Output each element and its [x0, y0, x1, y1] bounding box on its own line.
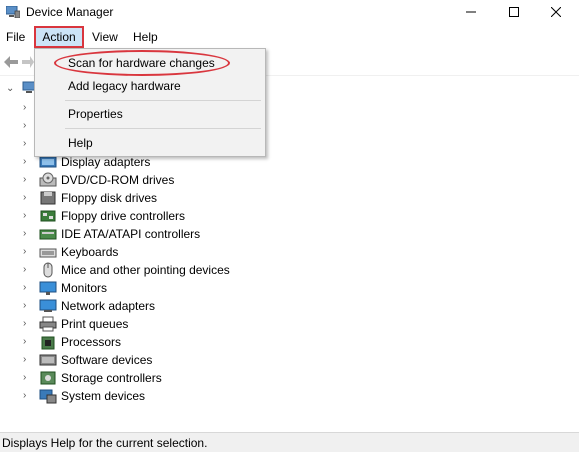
tree-category-row[interactable]: › Keyboards	[0, 243, 560, 261]
expand-chevron-icon[interactable]: ›	[23, 354, 33, 366]
menu-help-item[interactable]: Help	[68, 136, 93, 150]
close-button[interactable]	[536, 0, 576, 24]
close-icon	[551, 7, 561, 17]
maximize-icon	[509, 7, 519, 17]
software-device-icon	[39, 354, 57, 366]
tree-category-label: Mice and other pointing devices	[61, 263, 230, 277]
expand-chevron-icon[interactable]: ›	[23, 192, 33, 204]
tree-category-label: IDE ATA/ATAPI controllers	[61, 227, 201, 241]
printer-icon	[39, 316, 57, 332]
expand-chevron-icon[interactable]: ›	[23, 174, 33, 186]
expand-chevron-icon[interactable]: ›	[23, 156, 33, 168]
device-manager-icon	[6, 6, 20, 18]
menu-view[interactable]: View	[92, 30, 118, 46]
status-bar: Displays Help for the current selection.	[0, 432, 579, 452]
menu-help[interactable]: Help	[133, 30, 158, 46]
scan-highlight-ellipse	[54, 50, 230, 76]
tree-category-row[interactable]: › DVD/CD-ROM drives	[0, 171, 560, 189]
processor-icon	[41, 336, 55, 350]
tree-category-row[interactable]: › IDE ATA/ATAPI controllers	[0, 225, 560, 243]
tree-category-row[interactable]: › Mice and other pointing devices	[0, 261, 560, 279]
tree-category-label: Processors	[61, 335, 122, 349]
expand-chevron-icon[interactable]: ›	[23, 246, 33, 258]
keyboard-icon	[39, 248, 57, 258]
forward-arrow-icon[interactable]	[22, 56, 34, 68]
storage-controller-icon	[40, 371, 56, 385]
expand-chevron-icon[interactable]: ›	[23, 282, 33, 294]
tree-category-row[interactable]: › Floppy drive controllers	[0, 207, 560, 225]
tree-category-row[interactable]: › Monitors	[0, 279, 560, 297]
status-text: Displays Help for the current selection.	[2, 436, 208, 450]
mouse-icon	[43, 262, 53, 278]
expand-chevron-icon[interactable]: ›	[23, 228, 33, 240]
tree-category-row[interactable]: › Software devices	[0, 351, 560, 369]
menu-file[interactable]: File	[6, 30, 25, 46]
expand-chevron-icon[interactable]: ›	[23, 138, 33, 150]
menu-add-legacy-hardware[interactable]: Add legacy hardware	[68, 79, 181, 93]
minimize-icon	[466, 11, 476, 13]
expand-chevron-icon[interactable]: ›	[23, 210, 33, 222]
tree-category-label: Network adapters	[61, 299, 156, 313]
tree-category-label: Keyboards	[61, 245, 119, 259]
title-bar: Device Manager	[0, 0, 579, 24]
expand-chevron-icon[interactable]: ›	[23, 102, 33, 114]
floppy-disk-icon	[40, 191, 56, 205]
expand-chevron-icon[interactable]: ›	[23, 336, 33, 348]
tree-category-row[interactable]: › Print queues	[0, 315, 560, 333]
system-devices-icon	[39, 389, 57, 404]
menu-separator	[65, 128, 261, 129]
tree-category-label: Software devices	[61, 353, 153, 367]
tree-category-label: System devices	[61, 389, 146, 403]
dvd-drive-icon	[39, 172, 57, 187]
expand-chevron-icon[interactable]: ›	[23, 372, 33, 384]
monitor-icon	[39, 281, 57, 295]
network-adapter-icon	[39, 299, 57, 312]
expand-chevron-icon[interactable]: ›	[23, 264, 33, 276]
menu-action[interactable]: Action	[34, 26, 84, 48]
menu-properties[interactable]: Properties	[68, 107, 123, 121]
menu-bar: File Action View Help	[0, 26, 579, 48]
tree-category-label: Floppy drive controllers	[61, 209, 186, 223]
tree-category-label: Monitors	[61, 281, 108, 295]
expand-chevron-icon[interactable]: ›	[23, 318, 33, 330]
tree-category-label: Floppy disk drives	[61, 191, 158, 205]
tree-category-row[interactable]: › System devices	[0, 387, 560, 405]
tree-category-label: Print queues	[61, 317, 129, 331]
window-title: Device Manager	[26, 5, 114, 19]
expand-chevron-icon[interactable]: ›	[23, 120, 33, 132]
expand-chevron-icon[interactable]: ›	[23, 300, 33, 312]
back-arrow-icon[interactable]	[4, 56, 18, 68]
collapse-chevron-icon[interactable]: ⌄	[6, 83, 14, 94]
tree-category-row[interactable]: › Network adapters	[0, 297, 560, 315]
tree-category-label: Display adapters	[61, 155, 151, 169]
minimize-button[interactable]	[451, 0, 491, 24]
tree-category-row[interactable]: › Processors	[0, 333, 560, 351]
floppy-controller-icon	[40, 210, 56, 222]
expand-chevron-icon[interactable]: ›	[23, 390, 33, 402]
menu-separator	[65, 100, 261, 101]
tree-category-label: DVD/CD-ROM drives	[61, 173, 175, 187]
tree-category-label: Storage controllers	[61, 371, 162, 385]
tree-category-row[interactable]: › Storage controllers	[0, 369, 560, 387]
ide-controller-icon	[39, 229, 57, 240]
maximize-button[interactable]	[494, 0, 534, 24]
tree-category-row[interactable]: › Floppy disk drives	[0, 189, 560, 207]
